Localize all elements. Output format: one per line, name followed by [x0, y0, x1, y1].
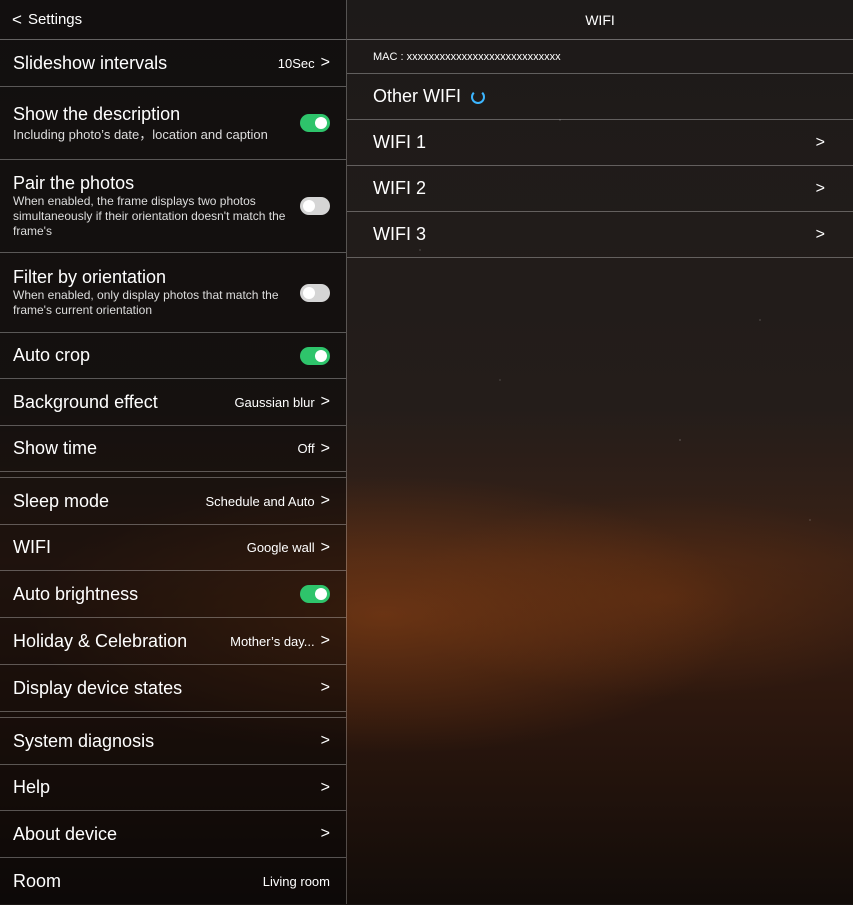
- chevron-right-icon: >: [320, 54, 330, 71]
- row-about[interactable]: About device >: [0, 811, 346, 858]
- wifi-network-name: WIFI 3: [373, 224, 426, 244]
- show-time-label: Show time: [13, 438, 98, 458]
- chevron-right-icon: >: [815, 133, 825, 151]
- row-show-description: Show the description Including photo’s d…: [0, 87, 346, 160]
- filter-orientation-label: Filter by orientation: [13, 267, 167, 287]
- room-value: Living room: [262, 874, 330, 889]
- chevron-right-icon: >: [320, 538, 330, 556]
- back-button[interactable]: < Settings: [0, 10, 82, 30]
- chevron-right-icon: >: [320, 679, 330, 696]
- other-wifi-row[interactable]: Other WIFI: [347, 74, 853, 120]
- slideshow-label: Slideshow intervals: [13, 52, 168, 73]
- background-effect-label: Background effect: [13, 391, 158, 412]
- wifi-network-row[interactable]: WIFI 1 >: [347, 120, 853, 166]
- row-pair-photos: Pair the photos When enabled, the frame …: [0, 160, 346, 253]
- row-auto-crop: Auto crop: [0, 333, 346, 379]
- pair-photos-toggle[interactable]: [300, 197, 330, 215]
- holiday-value: Mother’s day... >: [230, 632, 330, 649]
- show-description-toggle[interactable]: [300, 114, 330, 132]
- wifi-title: WIFI: [347, 0, 853, 40]
- auto-brightness-label: Auto brightness: [13, 583, 139, 604]
- row-wifi[interactable]: WIFI Google wall >: [0, 525, 346, 571]
- auto-crop-toggle[interactable]: [300, 346, 330, 365]
- wifi-label: WIFI: [13, 537, 51, 557]
- row-filter-orientation: Filter by orientation When enabled, only…: [0, 253, 346, 333]
- row-display-states[interactable]: Display device states >: [0, 665, 346, 712]
- chevron-right-icon: >: [320, 732, 330, 749]
- chevron-right-icon: >: [320, 393, 330, 410]
- background-effect-value: Gaussian blur >: [234, 393, 330, 410]
- row-background-effect[interactable]: Background effect Gaussian blur >: [0, 379, 346, 426]
- auto-brightness-toggle[interactable]: [300, 585, 330, 603]
- sleep-mode-label: Sleep mode: [13, 490, 110, 511]
- wifi-network-row[interactable]: WIFI 3 >: [347, 212, 853, 258]
- settings-panel: < Settings Slideshow intervals 10Sec > Sh…: [0, 0, 346, 904]
- wifi-value: Google wall >: [246, 538, 330, 556]
- filter-orientation-toggle[interactable]: [300, 283, 330, 302]
- system-diagnosis-label: System diagnosis: [13, 730, 155, 751]
- show-time-value: Off >: [297, 439, 330, 457]
- wifi-panel: WIFI MAC : xxxxxxxxxxxxxxxxxxxxxxxxxxxx …: [347, 0, 853, 904]
- sleep-mode-value: Schedule and Auto >: [205, 492, 331, 509]
- loading-spinner-icon: [471, 89, 486, 104]
- wifi-network-name: WIFI 1: [373, 132, 426, 152]
- row-holiday[interactable]: Holiday & Celebration Mother’s day... >: [0, 618, 346, 665]
- chevron-right-icon: >: [320, 825, 330, 842]
- wifi-network-row[interactable]: WIFI 2 >: [347, 166, 853, 212]
- slideshow-value: 10Sec >: [277, 54, 330, 71]
- chevron-right-icon: >: [815, 179, 825, 197]
- row-show-time[interactable]: Show time Off >: [0, 426, 346, 472]
- other-wifi-label: Other WIFI: [373, 86, 462, 106]
- auto-crop-label: Auto crop: [13, 345, 91, 365]
- pair-photos-sub: When enabled, the frame displays two pho…: [13, 194, 286, 238]
- help-label: Help: [13, 777, 51, 797]
- row-system-diagnosis[interactable]: System diagnosis >: [0, 718, 346, 765]
- filter-orientation-sub: When enabled, only display photos that m…: [13, 288, 279, 317]
- row-room[interactable]: Room Living room: [0, 858, 346, 905]
- chevron-right-icon: >: [320, 439, 330, 457]
- room-label: Room: [13, 871, 62, 891]
- chevron-right-icon: >: [320, 632, 330, 649]
- row-sleep-mode[interactable]: Sleep mode Schedule and Auto >: [0, 478, 346, 525]
- chevron-right-icon: >: [320, 778, 330, 796]
- mac-address: MAC : xxxxxxxxxxxxxxxxxxxxxxxxxxxx: [347, 40, 853, 74]
- wifi-network-name: WIFI 2: [373, 178, 426, 198]
- chevron-right-icon: >: [320, 492, 330, 509]
- pair-photos-label: Pair the photos: [13, 173, 135, 193]
- about-label: About device: [13, 823, 118, 844]
- show-description-sub: Including photo’s date，location and capt…: [13, 127, 268, 142]
- row-slideshow[interactable]: Slideshow intervals 10Sec >: [0, 40, 346, 87]
- holiday-label: Holiday & Celebration: [13, 630, 188, 651]
- row-help[interactable]: Help >: [0, 765, 346, 811]
- show-description-label: Show the description: [13, 104, 181, 124]
- chevron-right-icon: >: [815, 225, 825, 243]
- settings-header: < Settings: [0, 0, 346, 40]
- display-states-label: Display device states: [13, 677, 183, 698]
- row-auto-brightness: Auto brightness: [0, 571, 346, 618]
- chevron-left-icon: <: [12, 9, 22, 29]
- back-label: Settings: [27, 11, 83, 28]
